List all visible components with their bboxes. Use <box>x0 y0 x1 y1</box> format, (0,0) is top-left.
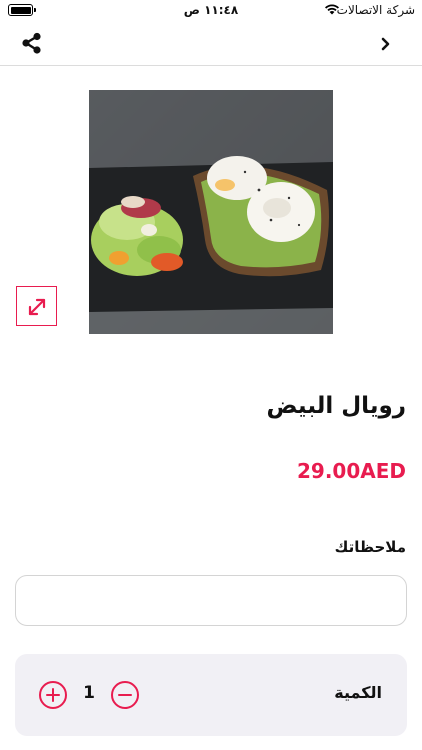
share-button[interactable] <box>18 30 46 58</box>
notes-label: ملاحظاتك <box>334 538 406 556</box>
plus-circle-icon[interactable] <box>39 681 67 709</box>
product-name: رويال البيض <box>266 393 406 419</box>
minus-circle-icon[interactable] <box>111 681 139 709</box>
product-image <box>89 90 333 334</box>
back-button[interactable] <box>375 33 397 55</box>
nav-bar <box>0 22 422 66</box>
notes-input[interactable] <box>15 575 407 626</box>
expand-image-button[interactable] <box>16 286 57 326</box>
quantity-panel: الكمية 1 <box>15 654 407 736</box>
quantity-label: الكمية <box>334 683 382 702</box>
chevron-right-icon <box>381 37 390 51</box>
product-price: 29.00AED <box>296 459 406 483</box>
expand-arrows-icon <box>28 298 46 316</box>
status-bar: ١١:٤٨ ص شركة الاتصالات <box>0 0 422 22</box>
share-icon <box>22 32 41 54</box>
carrier-name: شركة الاتصالات <box>336 3 415 17</box>
quantity-value: 1 <box>83 683 95 703</box>
